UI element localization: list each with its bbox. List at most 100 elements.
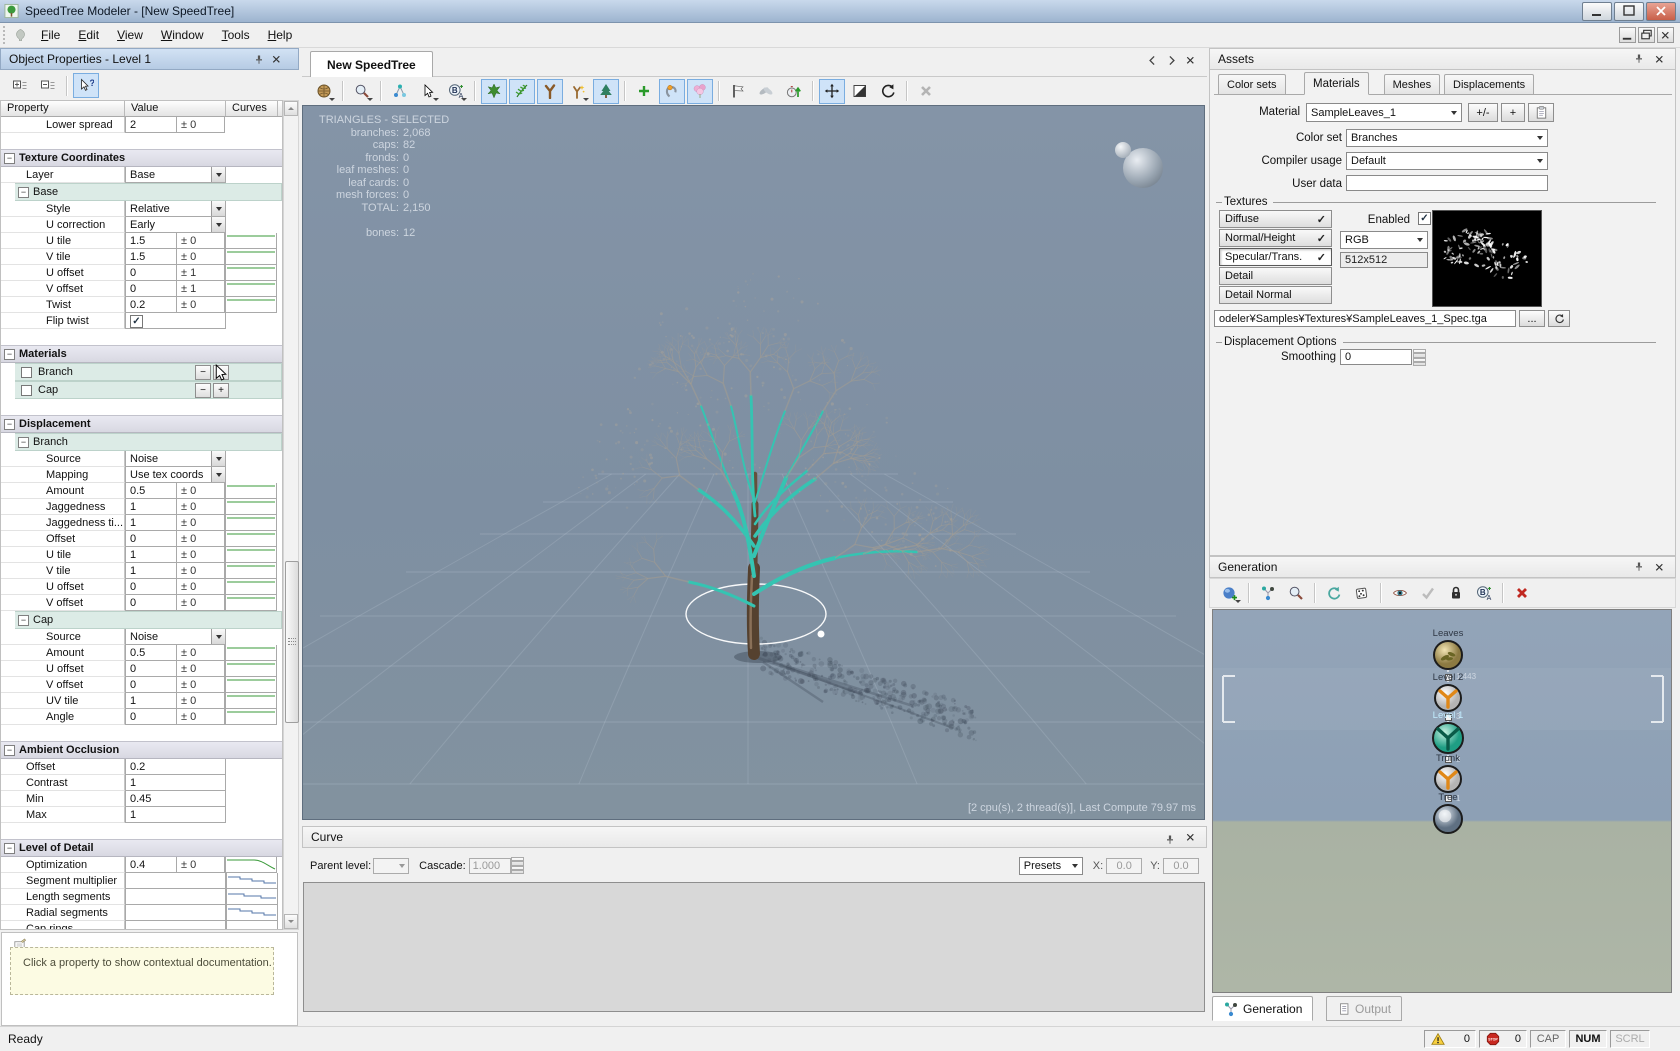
subgroup-cap[interactable]: −Cap	[15, 611, 282, 629]
scroll-up-arrow[interactable]	[284, 101, 298, 116]
value-cell[interactable]	[125, 889, 226, 905]
value-cell[interactable]: 0	[125, 595, 177, 611]
property-row-v-tile[interactable]: V tile1± 0	[1, 563, 282, 579]
dropdown-source[interactable]: Noise	[125, 451, 226, 467]
property-row-v-tile[interactable]: V tile1.5± 0	[1, 249, 282, 265]
zoom-icon[interactable]	[349, 79, 375, 104]
property-row-amount[interactable]: Amount0.5± 0	[1, 483, 282, 499]
property-row-u-offset[interactable]: U offset0± 1	[1, 265, 282, 281]
value-cell[interactable]: 1.5	[125, 249, 177, 265]
pin-icon[interactable]	[1631, 560, 1646, 575]
mdi-restore-button[interactable]	[1638, 27, 1655, 43]
node-edit-icon[interactable]	[387, 79, 413, 104]
subgroup-base[interactable]: −Base	[15, 183, 282, 201]
value-cell[interactable]: 0.45	[125, 791, 226, 807]
variance-cell[interactable]: ± 0	[176, 693, 225, 709]
material-checkbox[interactable]	[21, 385, 32, 396]
value-cell[interactable]: 2	[125, 117, 177, 133]
warnings-indicator[interactable]: 0	[1424, 1030, 1476, 1048]
scroll-thumb[interactable]	[285, 561, 299, 723]
texture-slot-detail[interactable]: Detail	[1219, 267, 1332, 285]
show-leaves-icon[interactable]	[481, 79, 507, 104]
variance-cell[interactable]: ± 0	[176, 579, 225, 595]
value-cell[interactable]: 1	[125, 693, 177, 709]
variance-cell[interactable]: ± 0	[176, 233, 225, 249]
property-row-angle[interactable]: Angle0± 0	[1, 709, 282, 725]
property-row-v-offset[interactable]: V offset0± 1	[1, 281, 282, 297]
pin-icon[interactable]	[1631, 52, 1646, 67]
material-row-cap[interactable]: Cap−+	[15, 381, 282, 399]
color-set-dropdown[interactable]: Branches	[1346, 129, 1548, 147]
property-row-jaggedness[interactable]: Jaggedness1± 0	[1, 499, 282, 515]
value-cell[interactable]: 0	[125, 677, 177, 693]
lock-icon[interactable]	[1443, 581, 1469, 606]
dropdown-source[interactable]: Noise	[125, 629, 226, 645]
curve-cell[interactable]	[225, 579, 277, 595]
group-materials[interactable]: −Materials	[1, 345, 282, 363]
mdi-minimize-button[interactable]	[1619, 27, 1636, 43]
curve-cell[interactable]	[225, 677, 277, 693]
group-ambient-occlusion[interactable]: −Ambient Occlusion	[1, 741, 282, 759]
curve-panel-header[interactable]: Curve	[302, 826, 1207, 848]
property-row-jaggedness-ti-[interactable]: Jaggedness ti...1± 0	[1, 515, 282, 531]
add-generator-icon[interactable]	[1217, 581, 1243, 606]
show-tree-icon[interactable]	[593, 79, 619, 104]
group-texture-coordinates[interactable]: −Texture Coordinates	[1, 149, 282, 167]
texture-slot-normal-height[interactable]: Normal/Height✓	[1219, 229, 1332, 247]
tab-close-icon[interactable]	[1184, 54, 1197, 67]
property-row-mapping[interactable]: MappingUse tex coords	[1, 467, 282, 483]
errors-indicator[interactable]: STOP 0	[1479, 1030, 1527, 1048]
property-row-u-offset[interactable]: U offset0± 0	[1, 579, 282, 595]
property-row-uv-tile[interactable]: UV tile1± 0	[1, 693, 282, 709]
menu-tools[interactable]: Tools	[213, 25, 259, 45]
smoothing-field[interactable]: 0	[1340, 349, 1412, 365]
property-row-optimization[interactable]: Optimization0.4± 0	[1, 857, 282, 873]
variance-cell[interactable]: ± 0	[176, 595, 225, 611]
property-row-segment-multiplier[interactable]: Segment multiplier	[1, 873, 282, 889]
paste-material-button[interactable]	[1528, 103, 1554, 122]
material-remove-button[interactable]: −	[195, 365, 211, 380]
variance-cell[interactable]: ± 1	[176, 265, 225, 281]
variance-cell[interactable]: ± 0	[176, 645, 225, 661]
value-cell[interactable]: 1.5	[125, 233, 177, 249]
curve-cell[interactable]	[225, 547, 277, 563]
value-cell[interactable]: 1	[125, 807, 226, 823]
curve-cell[interactable]	[225, 531, 277, 547]
texture-slot-diffuse[interactable]: Diffuse✓	[1219, 210, 1332, 228]
assets-tab-materials[interactable]: Materials	[1304, 72, 1369, 95]
randomize-icon[interactable]	[1349, 581, 1375, 606]
curve-cell[interactable]	[225, 857, 277, 873]
render-mode-icon[interactable]	[311, 79, 337, 104]
variance-cell[interactable]: ± 0	[176, 857, 225, 873]
property-row-v-offset[interactable]: V offset0± 0	[1, 595, 282, 611]
property-row-radial-segments[interactable]: Radial segments	[1, 905, 282, 921]
value-cell[interactable]: 0.5	[125, 645, 177, 661]
expand-all-button[interactable]	[7, 73, 33, 98]
value-cell[interactable]: 1	[125, 499, 177, 515]
menu-file[interactable]: File	[32, 25, 69, 45]
rotate-icon[interactable]	[875, 79, 901, 104]
value-cell[interactable]: 0.2	[125, 759, 226, 775]
property-row-u-tile[interactable]: U tile1.5± 0	[1, 233, 282, 249]
collapse-all-button[interactable]	[35, 73, 61, 98]
value-cell[interactable]: 0.2	[125, 297, 177, 313]
variance-cell[interactable]: ± 0	[176, 297, 225, 313]
curve-cell[interactable]	[226, 905, 278, 921]
value-cell[interactable]	[125, 873, 226, 889]
texture-slot-specular-trans-[interactable]: Specular/Trans.✓	[1219, 248, 1332, 266]
material-remove-button[interactable]: −	[195, 383, 211, 398]
flag-icon[interactable]	[725, 79, 751, 104]
value-cell[interactable]: 0.4	[125, 857, 177, 873]
dropdown-layer[interactable]: Base	[125, 167, 226, 183]
curve-cell[interactable]	[225, 297, 277, 313]
variance-cell[interactable]: ± 0	[176, 249, 225, 265]
value-cell[interactable]: 0.5	[125, 483, 177, 499]
value-cell[interactable]: 0	[125, 265, 177, 281]
compiler-usage-dropdown[interactable]: Default	[1346, 152, 1548, 170]
property-row-source[interactable]: SourceNoise	[1, 451, 282, 467]
menu-view[interactable]: View	[108, 25, 152, 45]
mdi-close-button[interactable]	[1657, 27, 1674, 43]
variance-cell[interactable]: ± 0	[176, 515, 225, 531]
select-icon[interactable]	[415, 79, 441, 104]
material-add-button[interactable]: +	[1501, 103, 1525, 122]
